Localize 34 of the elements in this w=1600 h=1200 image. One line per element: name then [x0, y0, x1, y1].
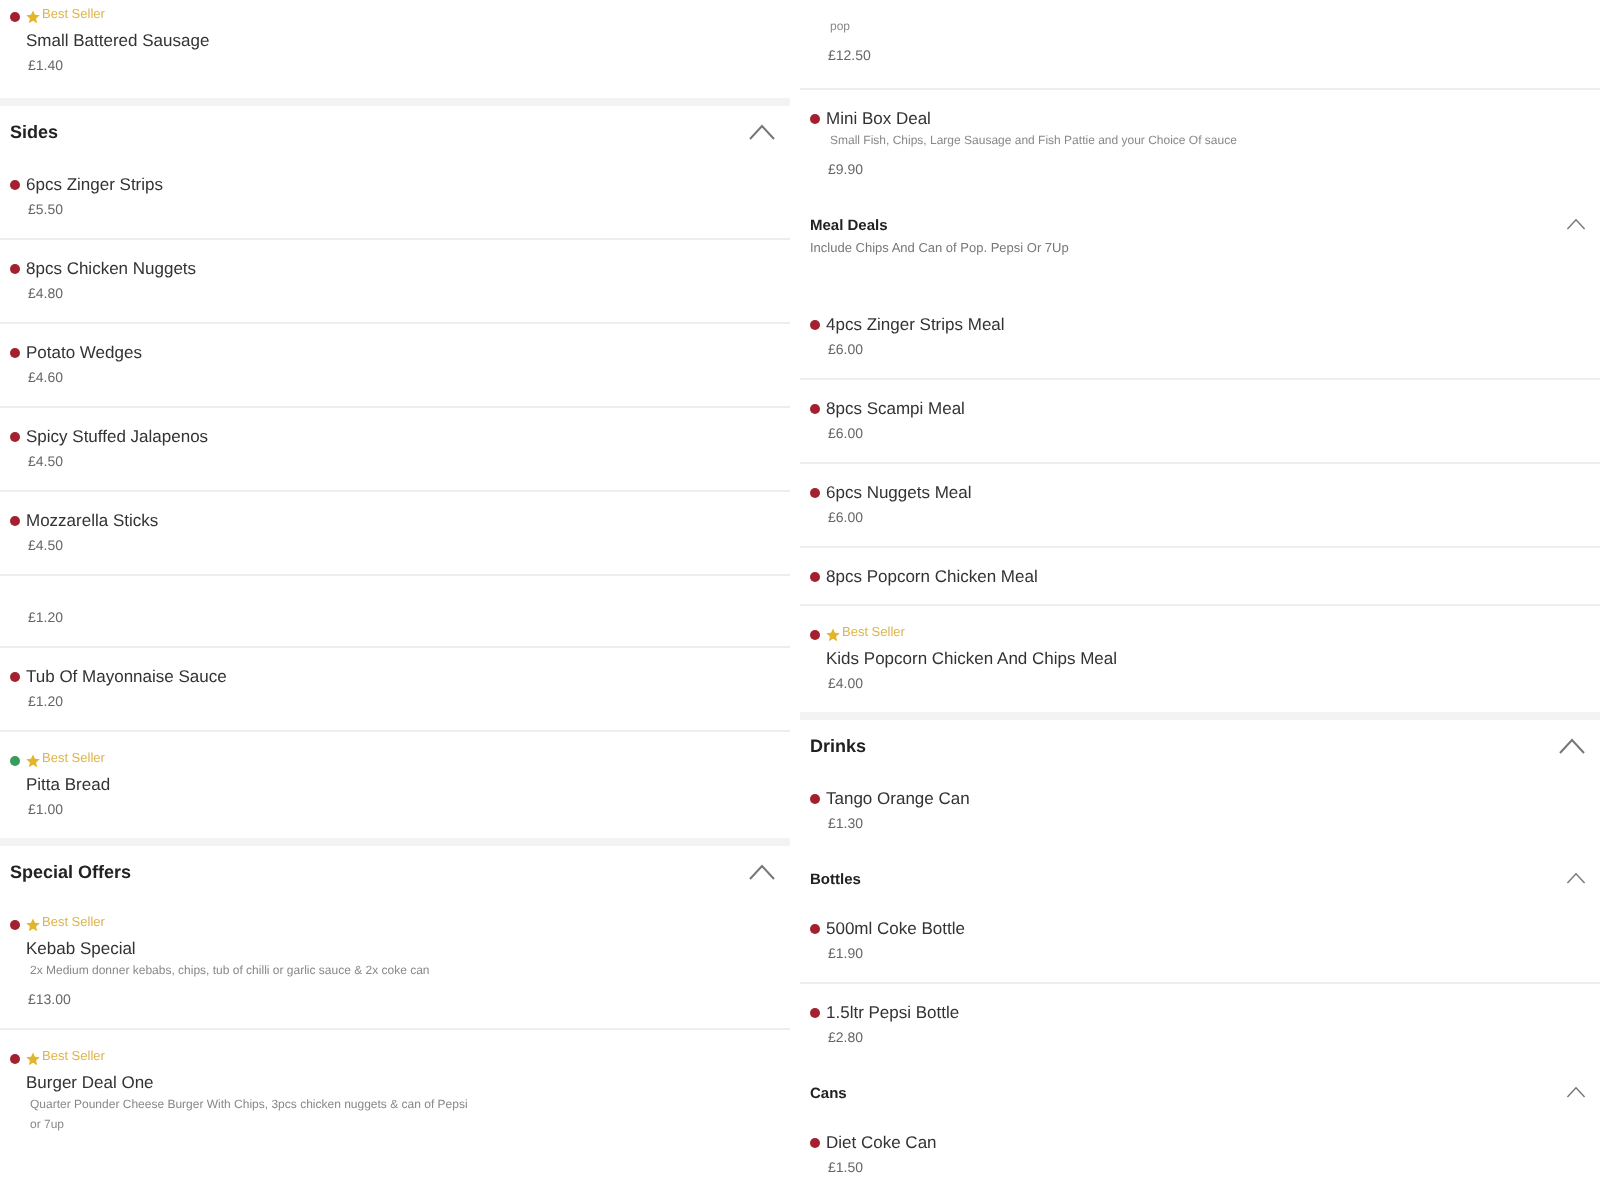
chevron-up-icon[interactable]: [748, 124, 776, 140]
star-icon: [26, 753, 40, 767]
item-name[interactable]: Tub Of Mayonnaise Sauce: [26, 664, 227, 688]
section-title: Special Offers: [10, 860, 132, 884]
chevron-up-icon[interactable]: [1558, 738, 1586, 754]
chevron-up-icon[interactable]: [1566, 218, 1586, 230]
item-name[interactable]: Burger Deal One: [10, 1070, 780, 1094]
item-name[interactable]: 6pcs Nuggets Meal: [826, 480, 972, 504]
star-icon: [826, 627, 840, 641]
item-name[interactable]: 1.5ltr Pepsi Bottle: [826, 1000, 960, 1024]
item-name[interactable]: 8pcs Popcorn Chicken Meal: [826, 564, 1038, 588]
star-icon: [26, 917, 40, 931]
star-icon: [26, 1051, 40, 1065]
item-name[interactable]: 8pcs Chicken Nuggets: [26, 256, 197, 280]
chevron-up-icon[interactable]: [1566, 1086, 1586, 1098]
item-name[interactable]: Potato Wedges: [26, 340, 142, 364]
item-name[interactable]: Spicy Stuffed Jalapenos: [26, 424, 209, 448]
section-title: Sides: [10, 120, 59, 144]
section-title: Drinks: [810, 734, 867, 758]
item-name[interactable]: Diet Coke Can: [826, 1130, 937, 1154]
item-name[interactable]: 4pcs Zinger Strips Meal: [826, 312, 1005, 336]
item-name[interactable]: 8pcs Scampi Meal: [826, 396, 965, 420]
item-name[interactable]: 500ml Coke Bottle: [826, 916, 965, 940]
item-name[interactable]: Kids Popcorn Chicken And Chips Meal: [810, 646, 1590, 670]
item-name[interactable]: Mini Box Deal: [826, 106, 931, 130]
item-name[interactable]: Tango Orange Can: [826, 786, 970, 810]
chevron-up-icon[interactable]: [748, 864, 776, 880]
star-icon: [26, 9, 40, 23]
item-name[interactable]: Mozzarella Sticks: [26, 508, 159, 532]
chevron-up-icon[interactable]: [1566, 872, 1586, 884]
item-name[interactable]: Kebab Special: [10, 936, 780, 960]
item-name[interactable]: Pitta Bread: [10, 772, 780, 796]
item-name[interactable]: 6pcs Zinger Strips: [26, 172, 163, 196]
item-name[interactable]: Small Battered Sausage: [10, 28, 780, 52]
